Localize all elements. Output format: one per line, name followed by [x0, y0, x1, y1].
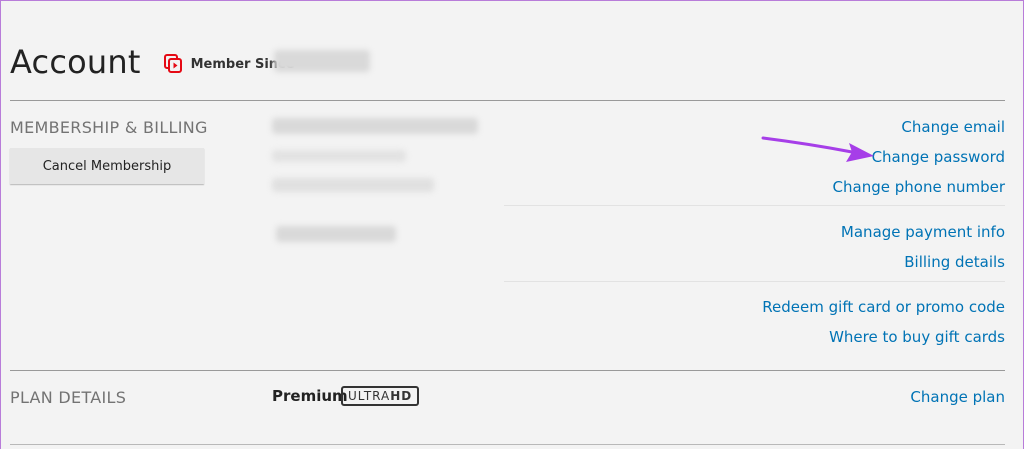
password-redacted [272, 150, 406, 162]
change-email-link[interactable]: Change email [901, 118, 1005, 136]
giftcard-subdivider [504, 281, 1005, 282]
change-plan-link[interactable]: Change plan [910, 388, 1005, 406]
redeem-gift-card-link[interactable]: Redeem gift card or promo code [762, 298, 1005, 316]
bottom-divider [10, 444, 1005, 445]
ultra-hd-badge-bold: HD [390, 389, 413, 403]
cancel-membership-button[interactable]: Cancel Membership [10, 148, 204, 184]
header-divider [10, 100, 1005, 101]
page-title: Account [10, 43, 141, 81]
membership-billing-title: MEMBERSHIP & BILLING [10, 118, 208, 137]
ultra-hd-badge: ULTRAHD [341, 386, 420, 406]
phone-redacted [272, 178, 434, 192]
where-to-buy-gift-cards-link[interactable]: Where to buy gift cards [829, 328, 1005, 346]
plan-name: Premium [272, 387, 348, 405]
ultra-hd-badge-light: ULTRA [348, 389, 391, 403]
billing-details-link[interactable]: Billing details [904, 253, 1005, 271]
email-redacted [272, 118, 478, 134]
payment-method-redacted [276, 226, 396, 242]
account-header: Account Member Since [10, 40, 295, 84]
manage-payment-info-link[interactable]: Manage payment info [841, 223, 1005, 241]
plan-divider [10, 370, 1005, 371]
change-password-link[interactable]: Change password [872, 148, 1005, 166]
plan-details-title: PLAN DETAILS [10, 388, 127, 407]
change-phone-number-link[interactable]: Change phone number [833, 178, 1005, 196]
billing-subdivider [504, 205, 1005, 206]
membership-icon [163, 53, 183, 75]
member-since-date-redacted [274, 50, 370, 72]
